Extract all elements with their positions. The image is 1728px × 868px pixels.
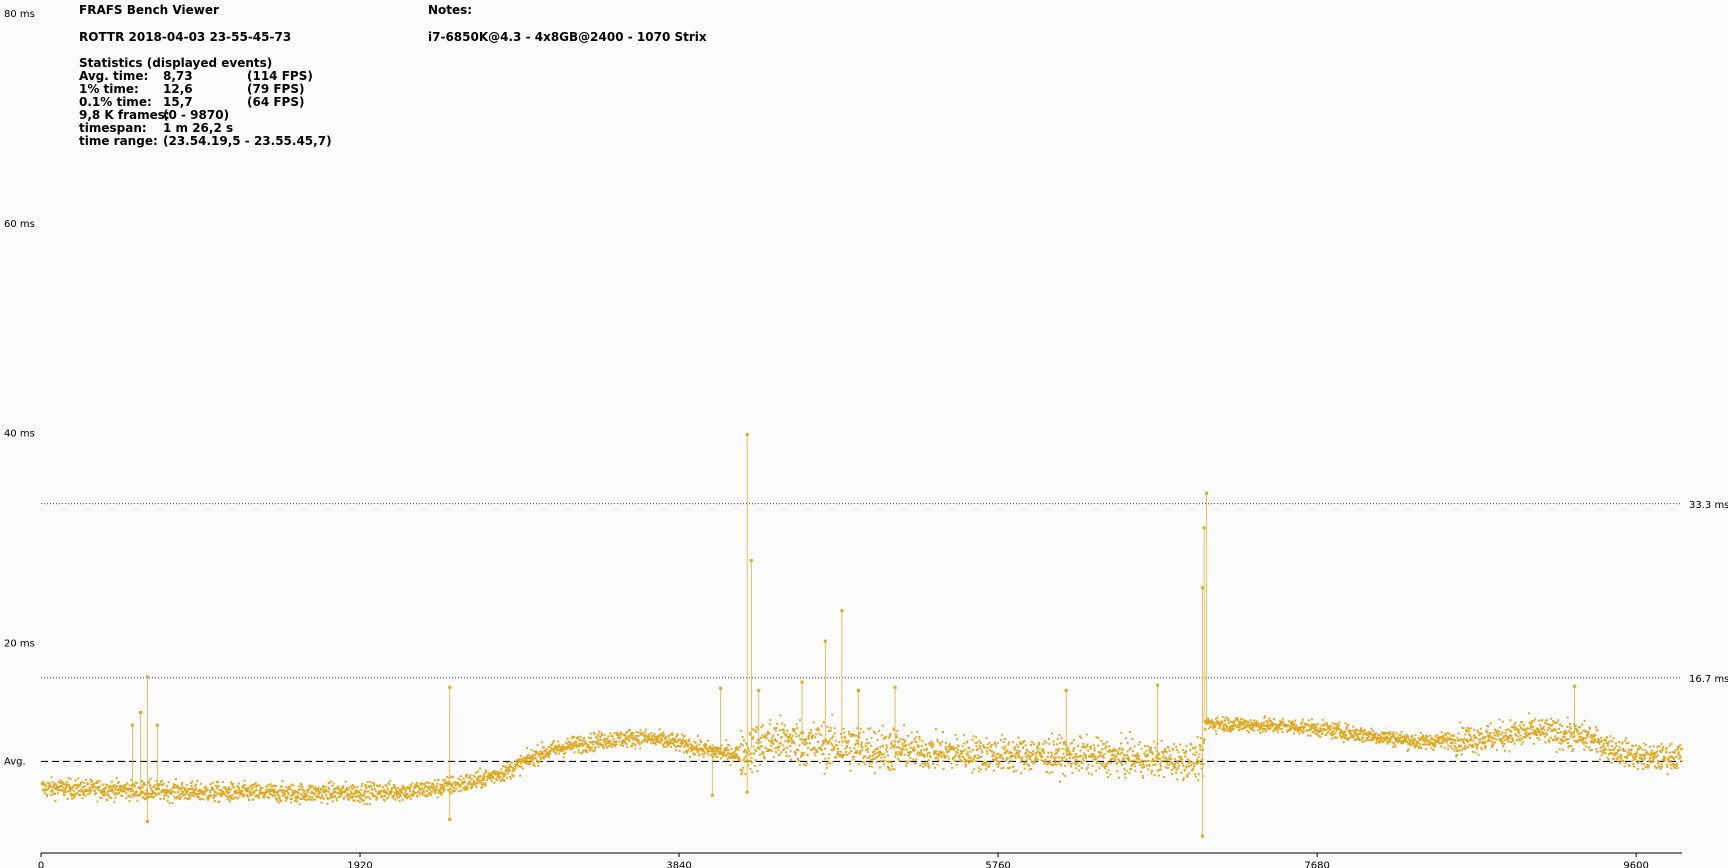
spike-point	[757, 688, 761, 692]
spike-point	[448, 685, 452, 689]
spike-point	[155, 723, 159, 727]
spike-point	[749, 558, 753, 562]
frame-time-points	[41, 712, 1683, 806]
stats-label: 1% time:	[79, 82, 139, 96]
spike-point	[1205, 491, 1209, 495]
spike-point	[130, 723, 134, 727]
stats-value: 8,73	[163, 69, 193, 83]
notes-text: i7-6850K@4.3 - 4x8GB@2400 - 1070 Strix	[428, 30, 707, 44]
x-tick-label: 5760	[985, 860, 1010, 868]
stats-label: timespan:	[79, 121, 147, 135]
spike-point	[1573, 684, 1577, 688]
spike-point	[1200, 586, 1204, 590]
y-tick-label: 40 ms	[4, 429, 35, 440]
dip-point	[745, 790, 749, 794]
run-name: ROTTR 2018-04-03 23-55-45-73	[79, 30, 292, 44]
dip-point	[145, 820, 149, 824]
axes	[40, 852, 1682, 857]
frame-time-series	[41, 433, 1683, 838]
y-tick-label: 80 ms	[4, 9, 35, 20]
x-tick-label: 7680	[1304, 860, 1329, 868]
x-tick-label: 0	[38, 860, 44, 868]
x-tick-label: 1920	[347, 860, 372, 868]
spike-point	[823, 639, 827, 643]
spike-point	[857, 688, 861, 692]
stats-value: (0 - 9870)	[163, 108, 230, 122]
spike-point	[840, 609, 844, 613]
spike-point	[139, 710, 143, 714]
spike-point	[1156, 683, 1160, 687]
y-tick-label: 60 ms	[4, 219, 35, 230]
reference-line-label: Avg.	[4, 756, 26, 767]
stats-value: 1 m 26,2 s	[163, 121, 234, 135]
spike-point	[1202, 526, 1206, 530]
app-title: FRAFS Bench Viewer	[79, 3, 219, 17]
x-tick-label: 9600	[1623, 860, 1648, 868]
spike-point	[719, 686, 723, 690]
stats-fps: (114 FPS)	[247, 69, 313, 83]
stats-fps: (64 FPS)	[247, 95, 305, 109]
dip-point	[710, 793, 714, 797]
frame-time-chart: 33.3 ms 16.7 ms Avg. 0 1920 3840 5760 7680 9600 2…	[4, 9, 1728, 868]
stats-label: 0.1% time:	[79, 95, 152, 109]
spike-point	[145, 675, 149, 679]
stats-label: time range:	[79, 134, 158, 148]
stats-label: 9,8 K frames:	[79, 108, 170, 122]
spike-point	[800, 680, 804, 684]
stats-value: (23.54.19,5 - 23.55.45,7)	[163, 134, 332, 148]
stats-title: Statistics (displayed events)	[79, 56, 273, 70]
dip-point	[448, 817, 452, 821]
y-tick-label: 20 ms	[4, 638, 35, 649]
reference-line-label: 33.3 ms	[1689, 500, 1728, 511]
reference-lines	[41, 503, 1681, 763]
stats-label: Avg. time:	[79, 69, 149, 83]
stats-fps: (79 FPS)	[247, 82, 305, 96]
dip-point	[1200, 834, 1204, 838]
reference-line-label: 16.7 ms	[1689, 674, 1728, 685]
notes-label: Notes:	[428, 3, 473, 17]
spike-point	[893, 685, 897, 689]
x-tick-label: 3840	[666, 860, 691, 868]
stats-value: 15,7	[163, 95, 193, 109]
spike-point	[745, 433, 749, 437]
stats-value: 12,6	[163, 82, 193, 96]
spike-point	[1064, 688, 1068, 692]
